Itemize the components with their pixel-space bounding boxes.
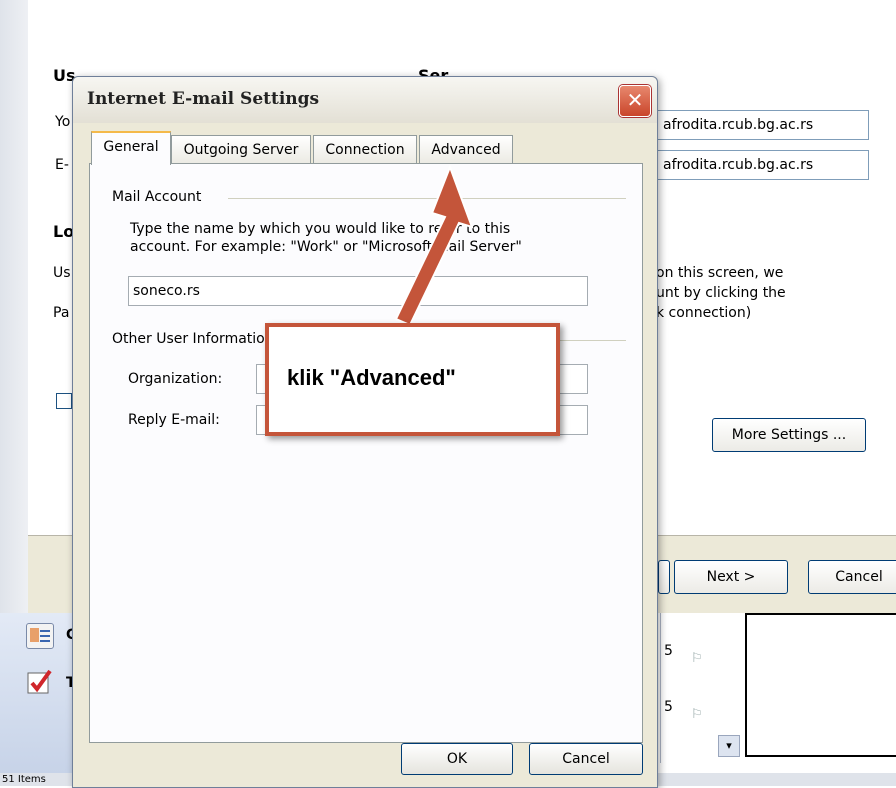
dialog-title: Internet E-mail Settings — [87, 89, 320, 109]
email-label: E- — [55, 157, 69, 173]
close-icon: ✕ — [626, 88, 644, 112]
incoming-server-field[interactable]: afrodita.rcub.bg.ac.rs — [656, 110, 869, 140]
reply-email-label: Reply E-mail: — [128, 412, 220, 428]
mail-account-group-label: Mail Account — [112, 189, 202, 205]
ok-button[interactable]: OK — [401, 743, 513, 775]
more-settings-button[interactable]: More Settings ... — [712, 418, 866, 452]
outgoing-server-field[interactable]: afrodita.rcub.bg.ac.rs — [656, 150, 869, 180]
remember-password-checkbox[interactable] — [56, 393, 72, 409]
navigation-pane: C T — [0, 613, 78, 773]
list-row2-number: 5 — [664, 699, 673, 715]
flag-icon[interactable]: ⚐ — [691, 651, 703, 666]
close-button[interactable]: ✕ — [619, 85, 651, 117]
other-user-info-group-label: Other User Information — [112, 331, 274, 347]
background-title-area — [28, 0, 896, 39]
annotation-callout: klik "Advanced" — [265, 323, 560, 436]
annotation-callout-text: klik "Advanced" — [287, 365, 456, 390]
your-name-label: Yo — [55, 114, 71, 130]
scroll-down-button[interactable]: ▾ — [718, 735, 740, 757]
tab-connection[interactable]: Connection — [313, 135, 417, 164]
tab-advanced[interactable]: Advanced — [419, 135, 513, 164]
tab-general[interactable]: General — [91, 131, 171, 165]
info-text-line1: on this screen, we — [656, 265, 784, 281]
back-button[interactable] — [658, 560, 670, 594]
contacts-icon[interactable] — [26, 623, 54, 649]
user-name-label: Us — [53, 265, 71, 281]
cancel-button[interactable]: Cancel — [529, 743, 643, 775]
list-row1-number: 5 — [664, 643, 673, 659]
organization-label: Organization: — [128, 371, 223, 387]
info-text-line2: unt by clicking the — [656, 285, 786, 301]
info-text-line3: k connection) — [656, 305, 752, 321]
tab-outgoing-server[interactable]: Outgoing Server — [171, 135, 311, 164]
password-label: Pa — [53, 305, 70, 321]
cancel-wizard-button[interactable]: Cancel — [808, 560, 896, 594]
tasks-icon[interactable] — [24, 667, 54, 697]
reading-pane — [745, 613, 896, 757]
flag-icon[interactable]: ⚐ — [691, 707, 703, 722]
logon-heading: Lo — [53, 222, 75, 241]
status-items-count: 51 Items — [2, 774, 46, 785]
annotation-arrow-icon — [394, 165, 474, 327]
general-tab-panel: Mail Account Type the name by which you … — [89, 163, 643, 743]
dialog-titlebar[interactable]: Internet E-mail Settings ✕ — [73, 77, 657, 123]
account-name-input[interactable]: soneco.rs — [128, 276, 588, 306]
next-button[interactable]: Next > — [674, 560, 788, 594]
